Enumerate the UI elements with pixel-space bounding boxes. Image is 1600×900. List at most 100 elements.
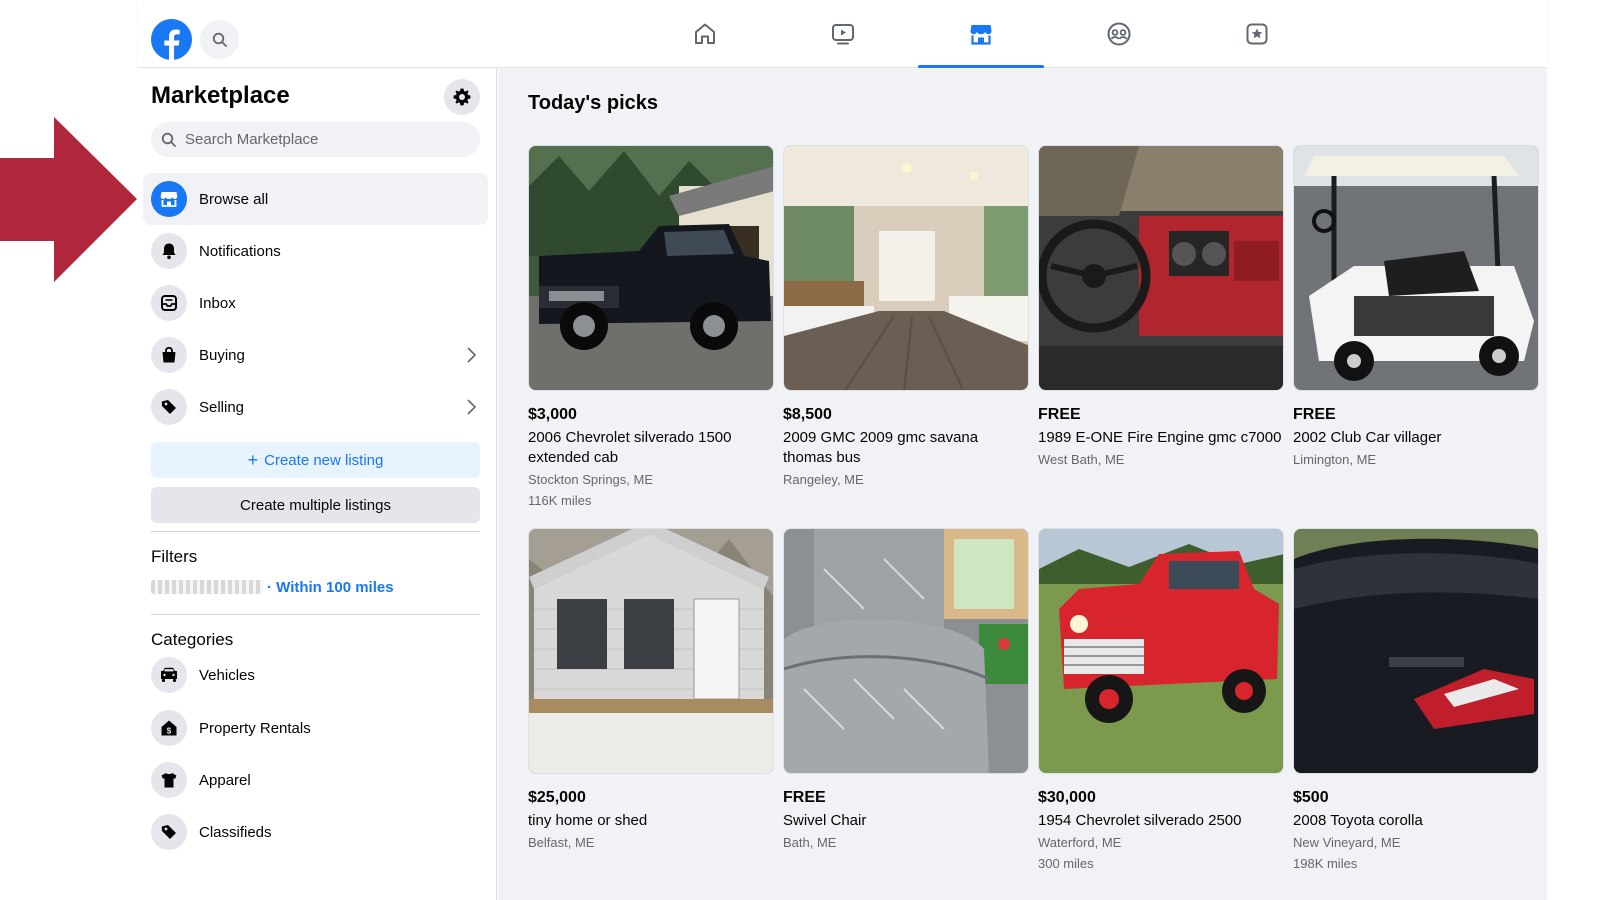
listing-mileage: 198K miles [1293, 856, 1358, 871]
annotation-arrow [0, 117, 137, 282]
listing-title: 2008 Toyota corolla [1293, 812, 1423, 829]
storefront-icon [970, 25, 992, 45]
listing-card[interactable]: $500 2008 Toyota corolla New Vineyard, M… [1293, 528, 1539, 875]
listing-price: $25,000 [528, 789, 586, 806]
settings-button[interactable] [444, 79, 480, 115]
listing-card[interactable]: $25,000 tiny home or shed Belfast, ME [528, 528, 774, 853]
chevron-right-icon [467, 347, 477, 363]
tab-home[interactable] [642, 0, 768, 68]
plus-icon: + [247, 450, 259, 470]
listing-title: 2002 Club Car villager [1293, 429, 1442, 446]
listing-card[interactable]: FREE Swivel Chair Bath, ME [783, 528, 1029, 853]
tab-watch[interactable] [780, 0, 906, 68]
listing-photo[interactable] [528, 528, 774, 774]
sidebar-item-label: Selling [199, 398, 245, 416]
house-dollar-icon: $ [151, 710, 187, 746]
listing-photo[interactable] [783, 528, 1029, 774]
price-tag-icon [151, 389, 187, 425]
marketplace-sidebar: Marketplace Browse all Notifications Inb… [137, 69, 497, 900]
listing-location: West Bath, ME [1038, 452, 1125, 467]
create-multiple-listings-button[interactable]: Create multiple listings [151, 487, 480, 523]
top-navigation-bar [137, 0, 1547, 68]
create-new-listing-label: Create new listing [264, 451, 384, 469]
category-classifieds[interactable]: Classifieds [143, 806, 488, 858]
listing-photo[interactable] [1038, 528, 1284, 774]
listing-card[interactable]: FREE 2002 Club Car villager Limington, M… [1293, 145, 1539, 470]
page: Marketplace Browse all Notifications Inb… [0, 0, 1600, 900]
listing-photo[interactable] [528, 145, 774, 391]
video-icon [832, 24, 854, 45]
listing-price: $500 [1293, 789, 1329, 806]
category-vehicles[interactable]: Vehicles [143, 649, 488, 701]
facebook-logo[interactable] [151, 19, 192, 60]
listing-title: 2006 Chevrolet silverado 1500 extended c… [528, 429, 732, 466]
listing-price: FREE [1038, 406, 1081, 423]
listing-photo[interactable] [1293, 528, 1539, 774]
listing-location: Bath, ME [783, 835, 837, 850]
listing-location: Belfast, ME [528, 835, 595, 850]
divider [151, 531, 480, 532]
listing-photo[interactable] [1293, 145, 1539, 391]
listing-location: Waterford, ME [1038, 835, 1122, 850]
category-apparel[interactable]: Apparel [143, 754, 488, 806]
sidebar-item-browse-all[interactable]: Browse all [143, 173, 488, 225]
listing-photo[interactable] [1038, 145, 1284, 391]
filters-heading: Filters [151, 547, 198, 566]
listing-location: Stockton Springs, ME [528, 472, 653, 487]
listing-location: Rangeley, ME [783, 472, 864, 487]
sidebar-title: Marketplace [151, 82, 290, 109]
listing-card[interactable]: $3,000 2006 Chevrolet silverado 1500 ext… [528, 145, 774, 512]
category-label: Apparel [199, 771, 251, 789]
sidebar-item-label: Browse all [199, 190, 269, 208]
listing-title: 1989 E-ONE Fire Engine gmc c7000 [1038, 429, 1282, 446]
listing-location: New Vineyard, ME [1293, 835, 1401, 850]
listing-price: $8,500 [783, 406, 832, 423]
listing-card[interactable]: $30,000 1954 Chevrolet silverado 2500 Wa… [1038, 528, 1284, 875]
listing-price: $3,000 [528, 406, 577, 423]
create-new-listing-button[interactable]: + Create new listing [151, 442, 480, 478]
svg-text:$: $ [167, 727, 172, 736]
create-multiple-listings-label: Create multiple listings [240, 496, 391, 514]
search-button[interactable] [200, 20, 239, 59]
gear-icon [453, 88, 471, 106]
listing-card[interactable]: $8,500 2009 GMC 2009 gmc savana thomas b… [783, 145, 1029, 490]
listing-title: Swivel Chair [783, 812, 867, 829]
tab-marketplace[interactable] [918, 0, 1044, 68]
inbox-icon [151, 285, 187, 321]
shopping-bag-icon [151, 337, 187, 373]
shirt-icon [151, 762, 187, 798]
sidebar-item-buying[interactable]: Buying [143, 329, 488, 381]
listing-photo[interactable] [783, 145, 1029, 391]
search-icon [212, 32, 227, 47]
radius-filter-link[interactable]: · Within 100 miles [267, 579, 394, 596]
divider [151, 614, 480, 615]
listing-mileage: 300 miles [1038, 856, 1094, 871]
sidebar-item-notifications[interactable]: Notifications [143, 225, 488, 277]
listing-price: FREE [783, 789, 826, 806]
listing-title: 1954 Chevrolet silverado 2500 [1038, 812, 1242, 829]
listing-price: $30,000 [1038, 789, 1096, 806]
listing-title: 2009 GMC 2009 gmc savana thomas bus [783, 429, 979, 466]
marketplace-search[interactable] [151, 122, 480, 157]
category-label: Classifieds [199, 823, 272, 841]
sidebar-item-inbox[interactable]: Inbox [143, 277, 488, 329]
tag-icon [151, 814, 187, 850]
location-redacted[interactable] [151, 580, 263, 594]
listing-mileage: 116K miles [528, 493, 592, 508]
category-label: Property Rentals [199, 719, 311, 737]
listing-card[interactable]: FREE 1989 E-ONE Fire Engine gmc c7000 We… [1038, 145, 1284, 470]
tab-groups[interactable] [1056, 0, 1182, 68]
bell-icon [151, 233, 187, 269]
category-property-rentals[interactable]: $ Property Rentals [143, 702, 488, 754]
groups-icon [1107, 22, 1131, 46]
gaming-star-icon [1246, 23, 1268, 45]
search-marketplace-input[interactable] [185, 131, 465, 148]
tab-gaming[interactable] [1194, 0, 1320, 68]
main-content: Today's picks $3,000 2006 Chevrolet silv… [498, 69, 1547, 900]
home-icon [695, 23, 715, 44]
sidebar-item-label: Buying [199, 346, 245, 364]
category-label: Vehicles [199, 666, 255, 684]
chevron-right-icon [467, 399, 477, 415]
listing-location: Limington, ME [1293, 452, 1377, 467]
sidebar-item-selling[interactable]: Selling [143, 381, 488, 433]
